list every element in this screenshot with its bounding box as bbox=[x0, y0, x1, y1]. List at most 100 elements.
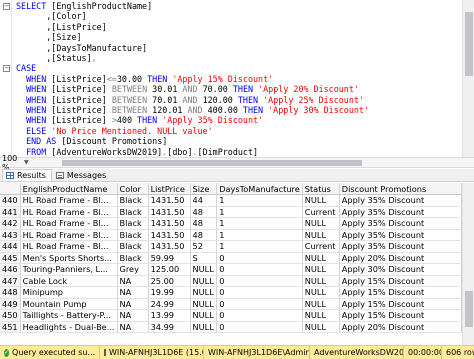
table-cell[interactable]: NULL bbox=[190, 286, 218, 299]
table-cell[interactable]: NULL bbox=[302, 309, 340, 322]
column-header[interactable]: EnglishProductName bbox=[20, 183, 118, 195]
table-cell[interactable]: 125.00 bbox=[148, 263, 191, 276]
table-cell[interactable]: 1 bbox=[216, 217, 303, 230]
table-cell[interactable]: Black bbox=[117, 252, 149, 264]
table-row[interactable]: 443 HL Road Frame - Bl... Black 1431.50 48 1 N… bbox=[0, 229, 462, 241]
scrollbar-thumb[interactable] bbox=[62, 159, 362, 166]
editor-horizontal-scrollbar[interactable] bbox=[34, 159, 462, 167]
table-cell[interactable]: Apply 35% Discount bbox=[339, 240, 462, 253]
column-header[interactable]: DaysToManufacture bbox=[216, 183, 303, 195]
table-cell[interactable]: 1431.50 bbox=[148, 229, 191, 241]
code-line[interactable]: ,[Status], bbox=[16, 53, 369, 63]
column-header[interactable]: Size bbox=[190, 183, 218, 195]
table-row[interactable]: 442 HL Road Frame - Bl... Black 1431.50 48 1 N… bbox=[0, 217, 462, 230]
table-row[interactable]: 444 HL Road Frame - Bl... Black 1431.50 52 1 C… bbox=[0, 240, 462, 253]
table-cell[interactable]: Apply 20% Discount bbox=[339, 321, 462, 333]
table-cell[interactable]: 1431.50 bbox=[148, 206, 191, 218]
row-number[interactable]: 443 bbox=[0, 229, 21, 241]
table-row[interactable]: 451 Headlights - Dual-Be... NA 34.99 NULL 0 NU… bbox=[0, 321, 462, 333]
scrollbar-thumb[interactable] bbox=[465, 12, 473, 76]
table-cell[interactable]: 48 bbox=[190, 229, 218, 241]
table-row[interactable]: 446 Touring-Panniers, L... Grey 125.00 NULL 0… bbox=[0, 263, 462, 276]
tab-results[interactable]: Results bbox=[2, 169, 52, 181]
table-cell[interactable]: Apply 35% Discount bbox=[339, 229, 462, 241]
table-cell[interactable]: HL Road Frame - Bl... bbox=[20, 206, 118, 218]
code-line[interactable]: ,[ListPrice] bbox=[16, 22, 369, 32]
table-cell[interactable]: Headlights - Dual-Be... bbox=[20, 321, 118, 333]
table-cell[interactable]: 0 bbox=[216, 309, 303, 322]
table-cell[interactable]: 59.99 bbox=[148, 252, 191, 264]
table-cell[interactable]: Grey bbox=[117, 263, 149, 276]
code-line[interactable]: WHEN [ListPrice] BETWEEN 70.01 AND 120.0… bbox=[16, 95, 369, 105]
table-cell[interactable]: 48 bbox=[190, 217, 218, 230]
scrollbar-thumb[interactable] bbox=[465, 291, 473, 327]
row-number[interactable]: 440 bbox=[0, 194, 21, 207]
table-cell[interactable]: HL Road Frame - Bl... bbox=[20, 217, 118, 230]
table-cell[interactable]: NULL bbox=[302, 229, 340, 241]
table-cell[interactable]: 44 bbox=[190, 194, 218, 207]
collapse-case-icon[interactable]: − bbox=[3, 65, 10, 72]
code-line[interactable]: ELSE 'No Price Mentioned. NULL value' bbox=[16, 126, 369, 136]
table-cell[interactable]: 1431.50 bbox=[148, 240, 191, 253]
row-number[interactable]: 451 bbox=[0, 321, 21, 333]
table-cell[interactable]: 48 bbox=[190, 206, 218, 218]
table-cell[interactable]: Black bbox=[117, 240, 149, 253]
column-header[interactable]: Discount Promotions bbox=[339, 183, 462, 195]
code-line[interactable]: SELECT [EnglishProductName] bbox=[16, 1, 369, 11]
table-cell[interactable]: NA bbox=[117, 275, 149, 287]
table-cell[interactable]: Taillights - Battery-P... bbox=[20, 309, 118, 322]
row-number[interactable]: 445 bbox=[0, 252, 21, 264]
table-cell[interactable]: NULL bbox=[302, 217, 340, 230]
table-cell[interactable]: 1431.50 bbox=[148, 194, 191, 207]
table-cell[interactable]: 24.99 bbox=[148, 298, 191, 310]
column-header[interactable]: Status bbox=[302, 183, 340, 195]
table-cell[interactable]: Apply 35% Discount bbox=[339, 217, 462, 230]
code-line[interactable]: ,[Color] bbox=[16, 11, 369, 21]
table-cell[interactable]: 1431.50 bbox=[148, 217, 191, 230]
collapse-select-icon[interactable]: − bbox=[3, 3, 10, 10]
table-cell[interactable]: Apply 20% Discount bbox=[339, 252, 462, 264]
table-cell[interactable]: NULL bbox=[302, 286, 340, 299]
table-cell[interactable]: Touring-Panniers, L... bbox=[20, 263, 118, 276]
table-cell[interactable]: Black bbox=[117, 229, 149, 241]
table-cell[interactable]: NULL bbox=[302, 252, 340, 264]
table-cell[interactable]: 0 bbox=[216, 263, 303, 276]
column-header[interactable]: ListPrice bbox=[148, 183, 191, 195]
table-cell[interactable]: 1 bbox=[216, 240, 303, 253]
table-cell[interactable]: Minipump bbox=[20, 286, 118, 299]
table-cell[interactable]: 1 bbox=[216, 194, 303, 207]
table-cell[interactable]: NULL bbox=[302, 298, 340, 310]
results-grid[interactable]: EnglishProductName Color ListPrice Size Days… bbox=[0, 183, 462, 345]
table-cell[interactable]: 19.99 bbox=[148, 286, 191, 299]
editor-vertical-scrollbar[interactable] bbox=[462, 0, 474, 157]
table-cell[interactable]: 1 bbox=[216, 206, 303, 218]
table-cell[interactable]: Apply 35% Discount bbox=[339, 194, 462, 207]
row-number[interactable]: 441 bbox=[0, 206, 21, 218]
row-number[interactable]: 449 bbox=[0, 298, 21, 310]
table-row[interactable]: 450 Taillights - Battery-P... NA 13.99 NULL 0… bbox=[0, 309, 462, 322]
table-cell[interactable]: NULL bbox=[190, 263, 218, 276]
table-cell[interactable]: 0 bbox=[216, 275, 303, 287]
code-line[interactable]: WHEN [ListPrice] >400 THEN 'Apply 35% Di… bbox=[16, 115, 369, 125]
table-cell[interactable]: NULL bbox=[302, 275, 340, 287]
table-cell[interactable]: 0 bbox=[216, 298, 303, 310]
table-cell[interactable]: Black bbox=[117, 194, 149, 207]
table-cell[interactable]: 0 bbox=[216, 252, 303, 264]
query-editor[interactable]: − − SELECT [EnglishProductName] ,[Color]… bbox=[0, 0, 474, 157]
table-cell[interactable]: NA bbox=[117, 309, 149, 322]
table-cell[interactable]: NULL bbox=[302, 321, 340, 333]
table-cell[interactable]: Apply 15% Discount bbox=[339, 309, 462, 322]
table-cell[interactable]: S bbox=[190, 252, 218, 264]
row-number[interactable]: 447 bbox=[0, 275, 21, 287]
code-line[interactable]: WHEN [ListPrice] BETWEEN 30.01 AND 70.00… bbox=[16, 84, 369, 94]
table-cell[interactable]: HL Road Frame - Bl... bbox=[20, 229, 118, 241]
table-cell[interactable]: Apply 15% Discount bbox=[339, 298, 462, 310]
row-number[interactable]: 444 bbox=[0, 240, 21, 253]
table-cell[interactable]: HL Road Frame - Bl... bbox=[20, 240, 118, 253]
code-line[interactable]: END AS [Discount Promotions] bbox=[16, 136, 369, 146]
row-number[interactable]: 442 bbox=[0, 217, 21, 230]
row-number[interactable]: 450 bbox=[0, 309, 21, 322]
table-cell[interactable]: 13.99 bbox=[148, 309, 191, 322]
chevron-down-icon[interactable]: ▼ bbox=[24, 159, 34, 166]
table-cell[interactable]: Men's Sports Shorts... bbox=[20, 252, 118, 264]
